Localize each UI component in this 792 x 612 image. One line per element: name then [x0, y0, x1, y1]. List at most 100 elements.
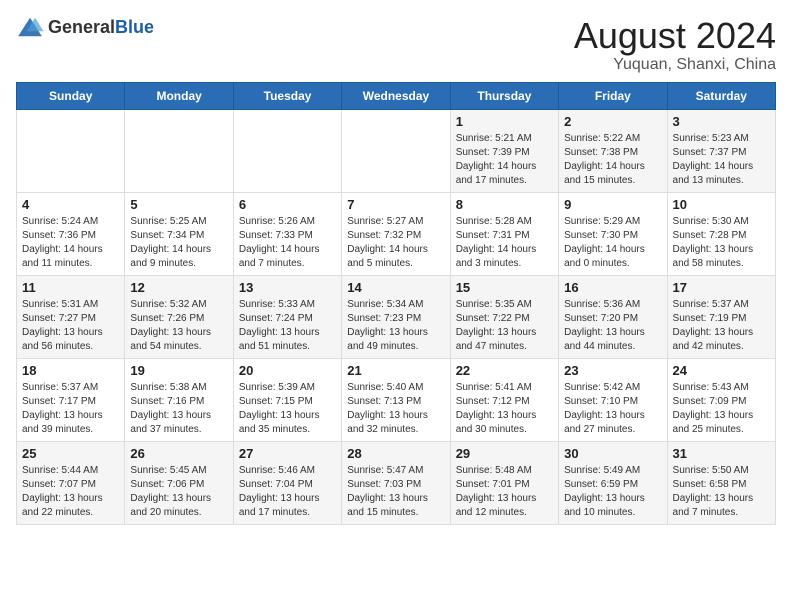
- day-info: Sunrise: 5:50 AM Sunset: 6:58 PM Dayligh…: [673, 464, 770, 520]
- day-info: Sunrise: 5:46 AM Sunset: 7:04 PM Dayligh…: [239, 464, 336, 520]
- day-info: Sunrise: 5:34 AM Sunset: 7:23 PM Dayligh…: [347, 298, 444, 354]
- day-number: 13: [239, 280, 336, 295]
- day-header-thursday: Thursday: [450, 82, 558, 109]
- day-number: 17: [673, 280, 770, 295]
- day-cell: 15Sunrise: 5:35 AM Sunset: 7:22 PM Dayli…: [450, 275, 558, 358]
- day-number: 19: [130, 363, 227, 378]
- week-row-1: 1 Sunrise: 5:21 AM Sunset: 7:39 PM Daylig…: [17, 109, 776, 192]
- week-row-4: 18 Sunrise: 5:37 AM Sunset: 7:17 PM Dayli…: [17, 358, 776, 441]
- day-cell: 1 Sunrise: 5:21 AM Sunset: 7:39 PM Daylig…: [450, 109, 558, 192]
- day-info: Sunrise: 5:38 AM Sunset: 7:16 PM Dayligh…: [130, 381, 227, 437]
- day-info: Sunrise: 5:45 AM Sunset: 7:06 PM Dayligh…: [130, 464, 227, 520]
- week-row-2: 4 Sunrise: 5:24 AM Sunset: 7:36 PM Daylig…: [17, 192, 776, 275]
- calendar-header: SundayMondayTuesdayWednesdayThursdayFrid…: [17, 82, 776, 109]
- day-cell: 2 Sunrise: 5:22 AM Sunset: 7:38 PM Daylig…: [559, 109, 667, 192]
- logo-blue: Blue: [115, 17, 154, 37]
- day-number: 9: [564, 197, 661, 212]
- day-cell: 24 Sunrise: 5:43 AM Sunset: 7:09 PM Dayli…: [667, 358, 775, 441]
- day-info: Sunrise: 5:22 AM Sunset: 7:38 PM Dayligh…: [564, 132, 661, 188]
- day-number: 6: [239, 197, 336, 212]
- day-info: Sunrise: 5:21 AM Sunset: 7:39 PM Dayligh…: [456, 132, 553, 188]
- day-info: Sunrise: 5:29 AM Sunset: 7:30 PM Dayligh…: [564, 215, 661, 271]
- day-info: Sunrise: 5:43 AM Sunset: 7:09 PM Dayligh…: [673, 381, 770, 437]
- day-cell: 28 Sunrise: 5:47 AM Sunset: 7:03 PM Dayli…: [342, 441, 450, 524]
- week-row-5: 25 Sunrise: 5:44 AM Sunset: 7:07 PM Dayli…: [17, 441, 776, 524]
- day-number: 14: [347, 280, 444, 295]
- day-cell: 5Sunrise: 5:25 AM Sunset: 7:34 PM Daylig…: [125, 192, 233, 275]
- day-cell: 10Sunrise: 5:30 AM Sunset: 7:28 PM Dayli…: [667, 192, 775, 275]
- day-cell: 23 Sunrise: 5:42 AM Sunset: 7:10 PM Dayli…: [559, 358, 667, 441]
- day-info: Sunrise: 5:39 AM Sunset: 7:15 PM Dayligh…: [239, 381, 336, 437]
- day-info: Sunrise: 5:24 AM Sunset: 7:36 PM Dayligh…: [22, 215, 119, 271]
- day-header-sunday: Sunday: [17, 82, 125, 109]
- title-area: August 2024 Yuquan, Shanxi, China: [574, 16, 776, 74]
- day-cell: [17, 109, 125, 192]
- day-info: Sunrise: 5:33 AM Sunset: 7:24 PM Dayligh…: [239, 298, 336, 354]
- day-number: 20: [239, 363, 336, 378]
- day-number: 15: [456, 280, 553, 295]
- day-cell: 8 Sunrise: 5:28 AM Sunset: 7:31 PM Daylig…: [450, 192, 558, 275]
- day-number: 11: [22, 280, 119, 295]
- day-number: 3: [673, 114, 770, 129]
- day-cell: 13 Sunrise: 5:33 AM Sunset: 7:24 PM Dayli…: [233, 275, 341, 358]
- day-cell: 26 Sunrise: 5:45 AM Sunset: 7:06 PM Dayli…: [125, 441, 233, 524]
- day-info: Sunrise: 5:32 AM Sunset: 7:26 PM Dayligh…: [130, 298, 227, 354]
- logo: GeneralBlue: [16, 16, 154, 38]
- day-info: Sunrise: 5:44 AM Sunset: 7:07 PM Dayligh…: [22, 464, 119, 520]
- day-info: Sunrise: 5:40 AM Sunset: 7:13 PM Dayligh…: [347, 381, 444, 437]
- logo-text: GeneralBlue: [48, 17, 154, 38]
- day-cell: [342, 109, 450, 192]
- day-cell: 11Sunrise: 5:31 AM Sunset: 7:27 PM Dayli…: [17, 275, 125, 358]
- day-cell: 29Sunrise: 5:48 AM Sunset: 7:01 PM Dayli…: [450, 441, 558, 524]
- day-info: Sunrise: 5:28 AM Sunset: 7:31 PM Dayligh…: [456, 215, 553, 271]
- day-cell: 20 Sunrise: 5:39 AM Sunset: 7:15 PM Dayli…: [233, 358, 341, 441]
- day-number: 26: [130, 446, 227, 461]
- day-info: Sunrise: 5:47 AM Sunset: 7:03 PM Dayligh…: [347, 464, 444, 520]
- day-number: 21: [347, 363, 444, 378]
- day-number: 24: [673, 363, 770, 378]
- day-cell: 4 Sunrise: 5:24 AM Sunset: 7:36 PM Daylig…: [17, 192, 125, 275]
- day-number: 31: [673, 446, 770, 461]
- day-number: 25: [22, 446, 119, 461]
- day-cell: 31 Sunrise: 5:50 AM Sunset: 6:58 PM Dayli…: [667, 441, 775, 524]
- main-title: August 2024: [574, 16, 776, 56]
- day-cell: 27 Sunrise: 5:46 AM Sunset: 7:04 PM Dayli…: [233, 441, 341, 524]
- day-cell: 6 Sunrise: 5:26 AM Sunset: 7:33 PM Daylig…: [233, 192, 341, 275]
- day-number: 28: [347, 446, 444, 461]
- day-header-wednesday: Wednesday: [342, 82, 450, 109]
- day-header-monday: Monday: [125, 82, 233, 109]
- day-info: Sunrise: 5:25 AM Sunset: 7:34 PM Dayligh…: [130, 215, 227, 271]
- day-cell: 7Sunrise: 5:27 AM Sunset: 7:32 PM Daylig…: [342, 192, 450, 275]
- subtitle: Yuquan, Shanxi, China: [574, 56, 776, 74]
- days-of-week-row: SundayMondayTuesdayWednesdayThursdayFrid…: [17, 82, 776, 109]
- day-header-friday: Friday: [559, 82, 667, 109]
- day-number: 22: [456, 363, 553, 378]
- day-info: Sunrise: 5:42 AM Sunset: 7:10 PM Dayligh…: [564, 381, 661, 437]
- day-info: Sunrise: 5:26 AM Sunset: 7:33 PM Dayligh…: [239, 215, 336, 271]
- logo-general: General: [48, 17, 115, 37]
- day-info: Sunrise: 5:23 AM Sunset: 7:37 PM Dayligh…: [673, 132, 770, 188]
- logo-icon: [16, 16, 44, 38]
- day-cell: 3 Sunrise: 5:23 AM Sunset: 7:37 PM Daylig…: [667, 109, 775, 192]
- header: GeneralBlue August 2024 Yuquan, Shanxi, …: [16, 16, 776, 74]
- day-number: 10: [673, 197, 770, 212]
- day-cell: 17Sunrise: 5:37 AM Sunset: 7:19 PM Dayli…: [667, 275, 775, 358]
- day-cell: [125, 109, 233, 192]
- day-header-tuesday: Tuesday: [233, 82, 341, 109]
- day-header-saturday: Saturday: [667, 82, 775, 109]
- day-info: Sunrise: 5:27 AM Sunset: 7:32 PM Dayligh…: [347, 215, 444, 271]
- day-cell: 14 Sunrise: 5:34 AM Sunset: 7:23 PM Dayli…: [342, 275, 450, 358]
- day-info: Sunrise: 5:37 AM Sunset: 7:17 PM Dayligh…: [22, 381, 119, 437]
- day-cell: 19 Sunrise: 5:38 AM Sunset: 7:16 PM Dayli…: [125, 358, 233, 441]
- day-number: 16: [564, 280, 661, 295]
- day-number: 27: [239, 446, 336, 461]
- day-number: 2: [564, 114, 661, 129]
- day-cell: 30Sunrise: 5:49 AM Sunset: 6:59 PM Dayli…: [559, 441, 667, 524]
- week-row-3: 11Sunrise: 5:31 AM Sunset: 7:27 PM Dayli…: [17, 275, 776, 358]
- day-number: 23: [564, 363, 661, 378]
- day-number: 18: [22, 363, 119, 378]
- day-number: 8: [456, 197, 553, 212]
- day-cell: 25 Sunrise: 5:44 AM Sunset: 7:07 PM Dayli…: [17, 441, 125, 524]
- day-number: 1: [456, 114, 553, 129]
- day-number: 4: [22, 197, 119, 212]
